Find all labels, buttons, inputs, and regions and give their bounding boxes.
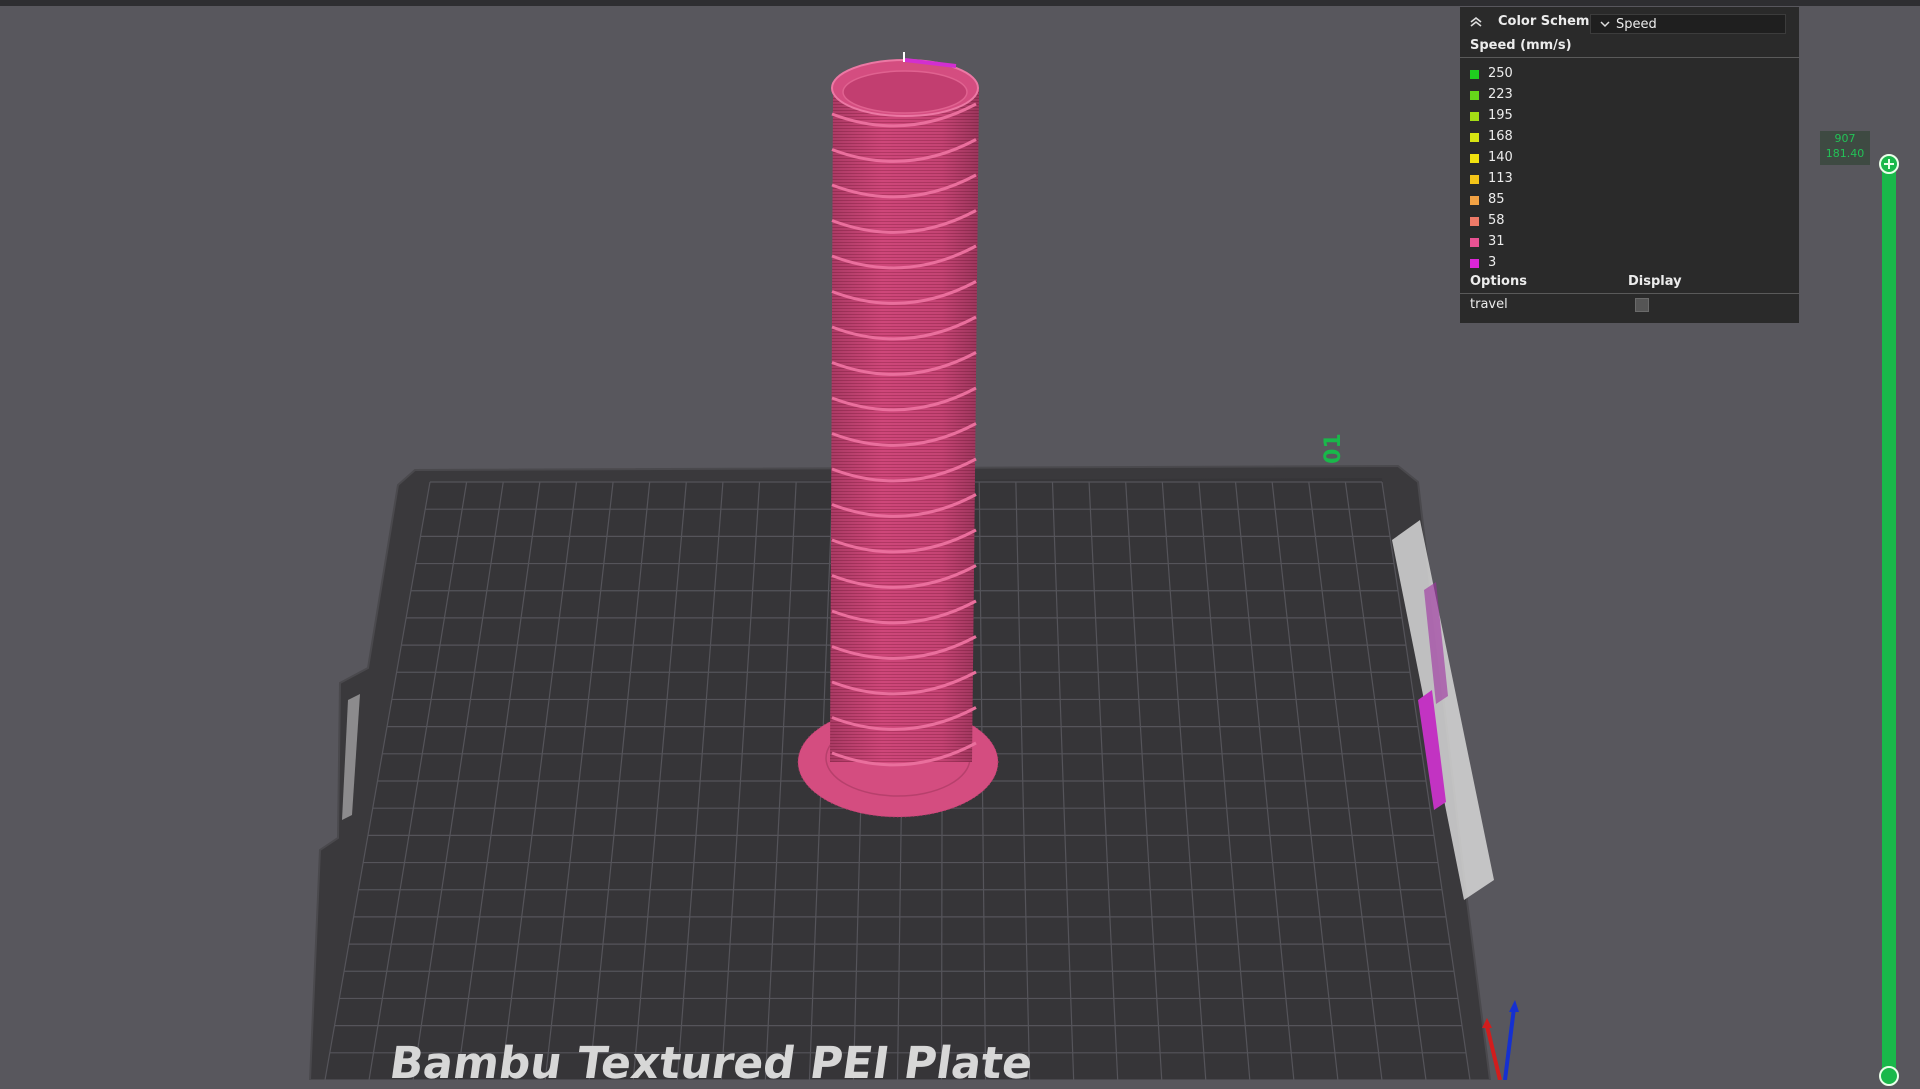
top-layer-height: 181.40	[1825, 147, 1865, 160]
plate-corner-mark: 01	[1320, 433, 1346, 464]
legend-header: Color Scheme Speed	[1460, 7, 1799, 37]
speed-legend-item: 140	[1470, 149, 1770, 169]
speed-color-swatch	[1470, 196, 1479, 205]
speed-legend-item: 195	[1470, 107, 1770, 127]
speed-color-swatch	[1470, 175, 1479, 184]
speed-color-swatch	[1470, 91, 1479, 100]
speed-value-label: 85	[1488, 192, 1505, 207]
chevron-down-icon	[1599, 18, 1611, 28]
speed-value-label: 250	[1488, 66, 1513, 81]
layer-slider-top-handle[interactable]	[1879, 154, 1899, 174]
speed-value-label: 195	[1488, 108, 1513, 123]
legend-panel: Color Scheme Speed Speed (mm/s) 250 223 19…	[1460, 7, 1799, 323]
color-scheme-label: Color Scheme	[1498, 14, 1599, 29]
speed-color-swatch	[1470, 70, 1479, 79]
speed-value-label: 223	[1488, 87, 1513, 102]
speed-header-divider	[1460, 57, 1799, 58]
speed-legend-item: 58	[1470, 212, 1770, 232]
options-header-divider	[1460, 293, 1799, 294]
speed-value-label: 140	[1488, 150, 1513, 165]
speed-color-swatch	[1470, 112, 1479, 121]
color-scheme-value: Speed	[1616, 17, 1657, 32]
speed-value-label: 168	[1488, 129, 1513, 144]
speed-color-swatch	[1470, 154, 1479, 163]
speed-color-swatch	[1470, 259, 1479, 268]
layer-slider-bottom-handle[interactable]	[1879, 1066, 1899, 1086]
speed-color-swatch	[1470, 217, 1479, 226]
display-header: Display	[1628, 274, 1682, 289]
speed-legend-item: 250	[1470, 65, 1770, 85]
collapse-icon[interactable]	[1468, 15, 1484, 29]
plate-name-label: Bambu Textured PEI Plate	[386, 1038, 1036, 1089]
speed-value-label: 113	[1488, 171, 1513, 186]
speed-legend-item: 223	[1470, 86, 1770, 106]
speed-legend-item: 113	[1470, 170, 1770, 190]
speed-color-swatch	[1470, 133, 1479, 142]
travel-display-checkbox[interactable]	[1635, 298, 1649, 312]
color-scheme-dropdown[interactable]: Speed	[1590, 14, 1786, 34]
speed-legend-item: 31	[1470, 233, 1770, 253]
layer-slider-track[interactable]	[1882, 163, 1896, 1080]
speed-value-label: 31	[1488, 234, 1505, 249]
speed-legend-item: 168	[1470, 128, 1770, 148]
speed-legend-item: 3	[1470, 254, 1770, 274]
speed-color-swatch	[1470, 238, 1479, 247]
speed-header: Speed (mm/s)	[1470, 38, 1572, 53]
speed-value-label: 3	[1488, 255, 1497, 270]
travel-option-label: travel	[1470, 297, 1508, 312]
speed-legend-item: 85	[1470, 191, 1770, 211]
speed-value-label: 58	[1488, 213, 1505, 228]
printed-tower	[830, 52, 979, 767]
options-header: Options	[1470, 274, 1527, 289]
layer-info-badge: 907 181.40	[1820, 131, 1870, 165]
top-layer-number: 907	[1834, 132, 1856, 145]
